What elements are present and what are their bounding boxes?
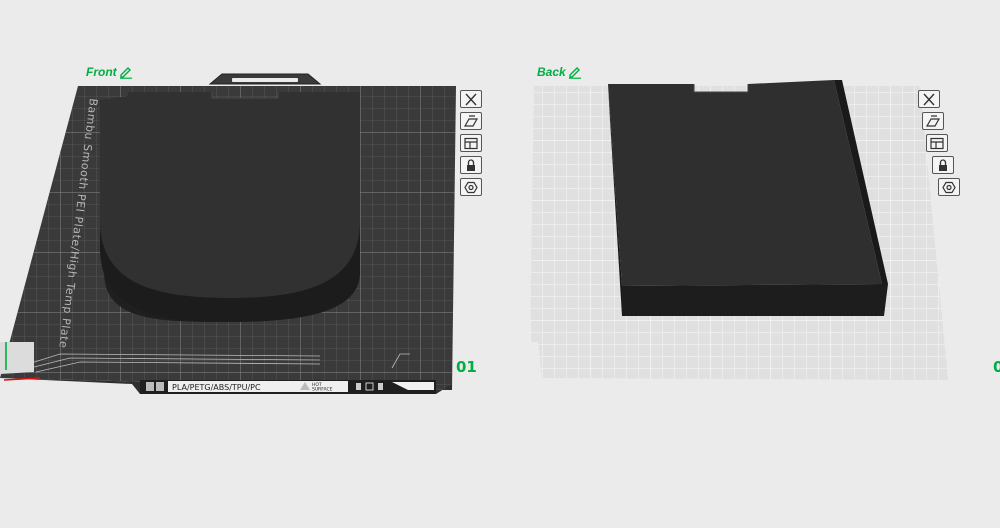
close-icon xyxy=(465,93,477,105)
auto-orient-icon xyxy=(463,114,479,127)
plate-1-toolbar xyxy=(460,90,482,196)
plate-1-model[interactable] xyxy=(100,92,360,334)
edit-icon[interactable] xyxy=(568,65,582,79)
plate-1-arrange-button[interactable] xyxy=(460,134,482,152)
plate-1-settings-button[interactable] xyxy=(460,178,482,196)
plate-2-arrange-button[interactable] xyxy=(926,134,948,152)
plate-2-name: Back xyxy=(537,65,566,79)
arrange-icon xyxy=(930,137,944,149)
plate-2-settings-button[interactable] xyxy=(938,178,960,196)
plate-2-number[interactable]: 0 xyxy=(993,358,1000,376)
plate-2-label[interactable]: Back xyxy=(537,64,582,80)
plate-1-number[interactable]: 01 xyxy=(456,358,477,376)
lock-icon xyxy=(467,158,475,171)
plate-2-orient-button[interactable] xyxy=(922,112,944,130)
arrange-icon xyxy=(464,137,478,149)
plate-2-toolbar xyxy=(918,90,960,196)
lock-icon xyxy=(939,158,947,171)
close-icon xyxy=(923,93,935,105)
auto-orient-icon xyxy=(925,114,941,127)
plate-1-filament-text: PLA/PETG/ABS/TPU/PC xyxy=(172,383,261,392)
settings-icon xyxy=(464,181,478,193)
settings-icon xyxy=(942,181,956,193)
plate-1-lock-button[interactable] xyxy=(460,156,482,174)
plate-2-delete-button[interactable] xyxy=(918,90,940,108)
plate-2-model[interactable] xyxy=(608,80,888,316)
plate-1-label-strip: PLA/PETG/ABS/TPU/PC HOT SURFACE xyxy=(140,380,436,394)
plate-1-surface-label: SURFACE xyxy=(312,387,333,393)
plate-1-delete-button[interactable] xyxy=(460,90,482,108)
plate-2-lock-button[interactable] xyxy=(932,156,954,174)
plate-1-orient-button[interactable] xyxy=(460,112,482,130)
plate-2-viewport[interactable] xyxy=(530,80,950,390)
plate-1-viewport[interactable]: Bambu Smooth PEI Plate/High Temp Plate P… xyxy=(0,72,460,402)
